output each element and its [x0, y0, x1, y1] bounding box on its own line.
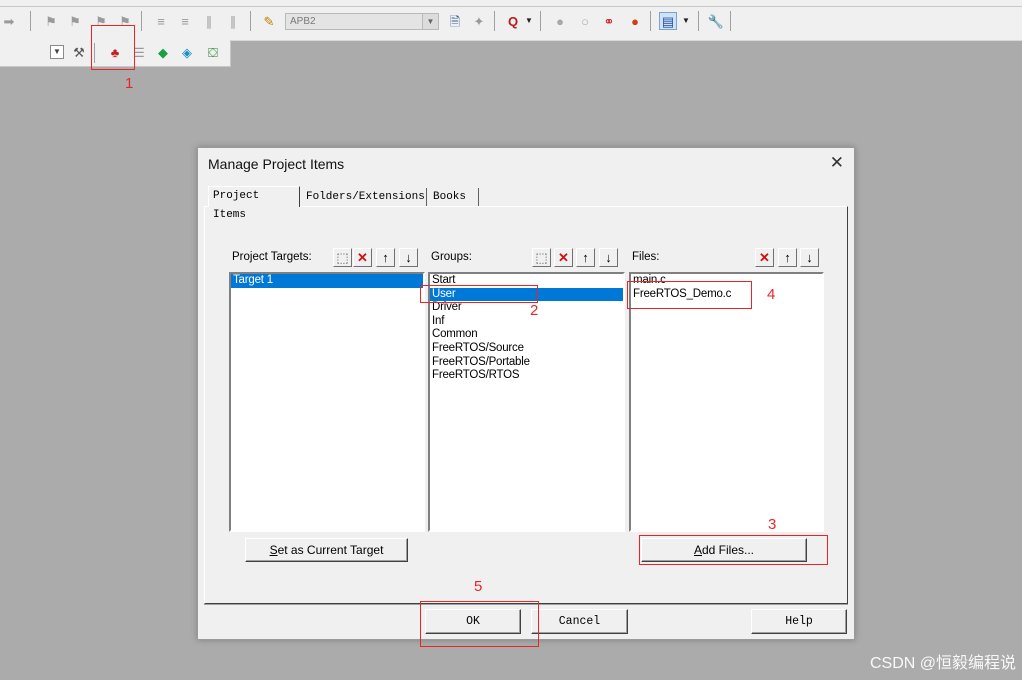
files-header: Files:: [632, 251, 660, 263]
toolbar-separator: [730, 11, 731, 31]
toolbar-separator: [494, 11, 495, 31]
target-combo-arrow[interactable]: ▼: [50, 45, 64, 59]
build-icon[interactable]: ◆: [154, 43, 172, 61]
chevron-down-icon[interactable]: ▼: [523, 12, 535, 30]
tab-folders-extensions[interactable]: Folders/Extensions: [302, 188, 427, 207]
list-item-group[interactable]: FreeRTOS/Source: [430, 342, 623, 356]
set-current-target-button[interactable]: Set as Current Target: [245, 538, 408, 562]
move-up-icon[interactable]: ↑: [376, 248, 395, 267]
list-item-group[interactable]: Driver: [430, 301, 623, 315]
unindent-icon[interactable]: ≡: [176, 12, 194, 30]
breakpoint-kill-all-icon[interactable]: ●: [626, 12, 644, 30]
groups-header: Groups:: [431, 251, 472, 263]
set-target-label: et as Current Target: [277, 543, 384, 557]
rebuild-icon[interactable]: ◈: [178, 43, 196, 61]
uncomment-icon[interactable]: ∥: [224, 12, 242, 30]
bookmark-icon[interactable]: ⚑: [42, 12, 60, 30]
toolbar-separator: [30, 11, 31, 31]
toolbar-separator: [698, 11, 699, 31]
annotation-box-2: [420, 285, 538, 303]
indent-icon[interactable]: ≡: [152, 12, 170, 30]
chevron-down-icon[interactable]: ▼: [422, 14, 438, 29]
annotation-box-3: [639, 535, 828, 565]
annotation-number-1: 1: [125, 75, 134, 92]
close-icon[interactable]: ✕: [830, 153, 844, 173]
annotation-number-4: 4: [767, 286, 776, 303]
dialog-title: Manage Project Items: [208, 156, 345, 172]
annotation-box-5: [420, 601, 539, 647]
tab-books[interactable]: Books: [429, 188, 479, 207]
window-layout-icon[interactable]: ▤: [659, 12, 677, 30]
settings-icon[interactable]: 🔧: [707, 12, 725, 30]
debug-icon[interactable]: Q: [504, 12, 522, 30]
cancel-button[interactable]: Cancel: [531, 609, 628, 634]
new-target-icon[interactable]: ⬚: [333, 248, 352, 267]
list-item-group[interactable]: Common: [430, 328, 623, 342]
open-file-icon[interactable]: ✎: [260, 12, 278, 30]
find-icon[interactable]: 🗎: [446, 12, 464, 30]
breakpoint-disabled-icon[interactable]: ○: [576, 12, 594, 30]
move-up-icon[interactable]: ↑: [778, 248, 797, 267]
move-down-icon[interactable]: ↓: [599, 248, 618, 267]
breakpoint-icon[interactable]: ●: [551, 12, 569, 30]
list-item-group[interactable]: Inf: [430, 315, 623, 329]
toolbar-separator: [141, 11, 142, 31]
list-item-target[interactable]: Target 1: [231, 274, 423, 288]
delete-target-icon[interactable]: ✕: [353, 248, 372, 267]
chevron-down-icon[interactable]: ▼: [680, 12, 692, 30]
function-combo-value: APB2: [290, 16, 316, 27]
find-in-files-icon[interactable]: ✦: [470, 12, 488, 30]
comment-icon[interactable]: ∥: [200, 12, 218, 30]
toolbar-separator: [650, 11, 651, 31]
set-target-mnemonic: S: [269, 543, 278, 557]
move-down-icon[interactable]: ↓: [800, 248, 819, 267]
arrow-right-icon[interactable]: ➡: [0, 12, 18, 30]
annotation-number-2: 2: [530, 302, 539, 319]
toolbar-separator: [250, 11, 251, 31]
new-group-icon[interactable]: ⬚: [532, 248, 551, 267]
delete-file-icon[interactable]: ✕: [755, 248, 774, 267]
project-targets-header: Project Targets:: [232, 251, 312, 263]
manage-project-items-dialog: Manage Project Items ✕ Project Items Fol…: [197, 147, 855, 640]
watermark: CSDN @恒毅编程说: [869, 655, 1016, 672]
toolbar-separator: [540, 11, 541, 31]
move-down-icon[interactable]: ↓: [399, 248, 418, 267]
delete-group-icon[interactable]: ✕: [554, 248, 573, 267]
list-item-group[interactable]: FreeRTOS/RTOS: [430, 369, 623, 383]
list-item-group[interactable]: FreeRTOS/Portable: [430, 356, 623, 370]
help-button[interactable]: Help: [751, 609, 847, 634]
annotation-number-3: 3: [768, 516, 777, 533]
files-list[interactable]: main.c FreeRTOS_Demo.c: [629, 272, 824, 532]
annotation-box-1: [91, 25, 135, 70]
groups-list[interactable]: Start User Driver Inf Common FreeRTOS/So…: [428, 272, 625, 532]
tab-project-items[interactable]: Project Items: [208, 186, 300, 221]
annotation-box-4: [627, 281, 752, 309]
move-up-icon[interactable]: ↑: [576, 248, 595, 267]
main-toolbar: ➡ ⚑ ⚑ ⚑ ⚑ ≡ ≡ ∥ ∥ ✎ APB2 ▼ 🗎 ✦ Q ▼ ● ○ ⚭…: [0, 0, 1022, 41]
bookmark-prev-icon[interactable]: ⚑: [66, 12, 84, 30]
breakpoint-disable-all-icon[interactable]: ⚭: [600, 12, 618, 30]
translate-icon[interactable]: ⚒: [70, 43, 88, 61]
project-targets-list[interactable]: Target 1: [229, 272, 425, 532]
function-combo[interactable]: APB2 ▼: [285, 13, 439, 30]
download-icon[interactable]: ⛋: [204, 43, 222, 61]
annotation-number-5: 5: [474, 578, 483, 595]
